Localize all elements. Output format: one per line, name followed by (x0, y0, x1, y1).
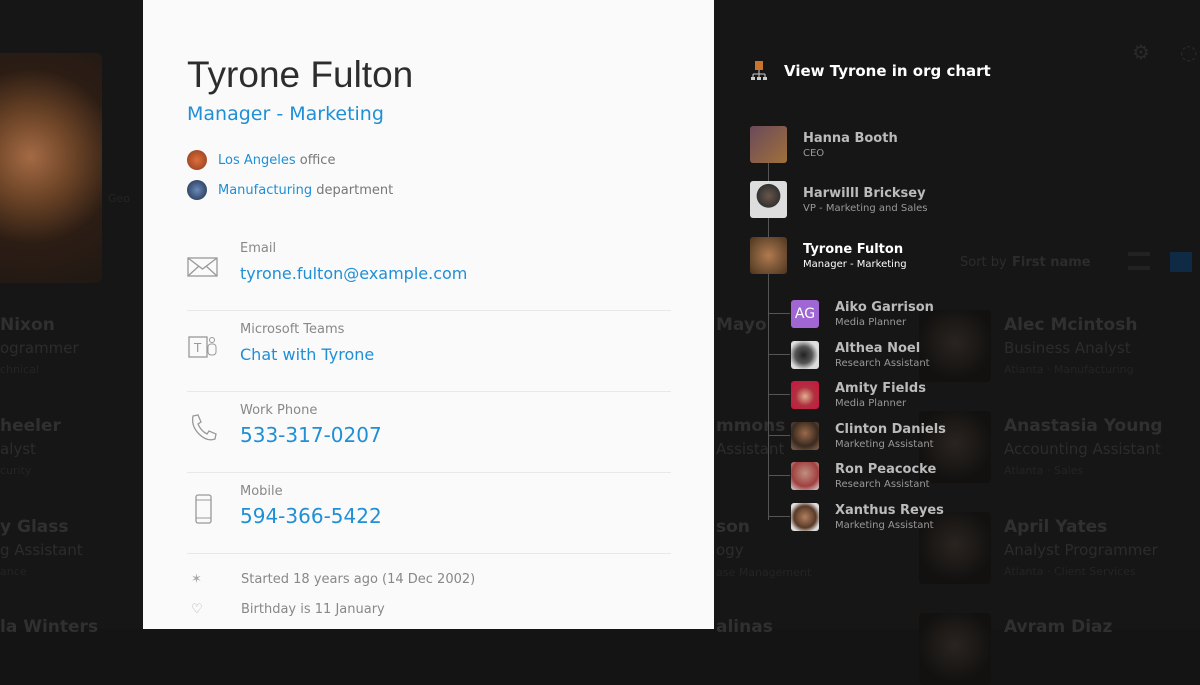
profile-role: Manager - Marketing (187, 103, 384, 125)
svg-text:T: T (193, 341, 202, 355)
balloons-icon: ♡ (191, 602, 203, 617)
avatar (791, 341, 819, 369)
profile-photo (0, 53, 102, 283)
department-link[interactable]: Manufacturing (218, 183, 312, 198)
bg-card-sub: ance (0, 565, 27, 578)
mobile-icon (195, 494, 212, 524)
org-connector (768, 516, 790, 517)
org-node-althea-noel[interactable]: Althea Noel Research Assistant (791, 341, 930, 369)
bg-card-name: heeler (0, 416, 61, 436)
work-phone-section: Work Phone 533-317-0207 (187, 392, 671, 473)
email-section: Email tyrone.fulton@example.com (187, 230, 671, 311)
org-node-name: Ron Peacocke (835, 462, 937, 477)
org-node-name: Hanna Booth (803, 130, 898, 146)
profile-name: Tyrone Fulton (187, 54, 414, 95)
org-node-name: Xanthus Reyes (835, 503, 944, 518)
bg-card-sub: chnical (0, 363, 39, 376)
bg-card-sub: curity (0, 464, 32, 477)
party-popper-icon: ✶ (191, 572, 202, 587)
org-node-title: Media Planner (835, 317, 907, 328)
org-node-name: Amity Fields (835, 381, 926, 396)
office-icon (187, 150, 207, 170)
org-chart-panel: View Tyrone in org chart Hanna Booth CEO … (714, 0, 1200, 629)
org-node-title: Research Assistant (835, 358, 930, 369)
org-node-title: VP - Marketing and Sales (803, 202, 928, 214)
bg-card-name: y Glass (0, 517, 69, 537)
org-node-name: Harwilll Bricksey (803, 185, 926, 201)
department-row: Manufacturing department (187, 180, 393, 200)
email-link[interactable]: tyrone.fulton@example.com (240, 264, 467, 283)
org-node-amity-fields[interactable]: Amity Fields Media Planner (791, 381, 926, 409)
avatar (791, 422, 819, 450)
org-node-tyrone-fulton[interactable]: Tyrone Fulton Manager - Marketing (750, 237, 907, 274)
teams-chat-link[interactable]: Chat with Tyrone (240, 345, 374, 364)
org-node-title: Media Planner (835, 398, 907, 409)
office-suffix: office (299, 152, 336, 168)
phone-icon (191, 414, 217, 441)
avatar (791, 503, 819, 531)
bg-text: Geo (108, 192, 131, 205)
org-connector (768, 435, 790, 436)
profile-panel: Tyrone Fulton Manager - Marketing Los An… (143, 0, 714, 629)
start-date-row: ✶ Started 18 years ago (14 Dec 2002) (191, 572, 475, 587)
org-connector (768, 394, 790, 395)
org-connector (768, 475, 790, 476)
org-node-title: Research Assistant (835, 479, 930, 490)
teams-section: T Microsoft Teams Chat with Tyrone (187, 311, 671, 392)
work-phone-label: Work Phone (240, 403, 318, 418)
org-node-title: Marketing Assistant (835, 520, 934, 531)
avatar-initials: AG (791, 300, 819, 328)
department-suffix: department (316, 182, 394, 198)
avatar (750, 181, 787, 218)
org-node-title: CEO (803, 147, 825, 159)
org-chart-title: View Tyrone in org chart (784, 62, 991, 80)
work-phone-link[interactable]: 533-317-0207 (240, 423, 382, 447)
bg-card-title: alyst (0, 440, 36, 458)
org-node-hanna-booth[interactable]: Hanna Booth CEO (750, 126, 898, 163)
bg-card-name: Nixon (0, 315, 55, 335)
mobile-section: Mobile 594-366-5422 (187, 473, 671, 554)
mobile-link[interactable]: 594-366-5422 (240, 504, 382, 528)
bg-card-title: ogrammer (0, 339, 79, 357)
start-date-text: Started 18 years ago (14 Dec 2002) (241, 572, 476, 587)
bg-card-title: g Assistant (0, 541, 83, 559)
email-label: Email (240, 241, 277, 256)
avatar (791, 462, 819, 490)
bg-card-name: la Winters (0, 617, 99, 637)
birthday-text: Birthday is 11 January (241, 602, 385, 617)
avatar (750, 237, 787, 274)
org-node-harwilll-bricksey[interactable]: Harwilll Bricksey VP - Marketing and Sale… (750, 181, 927, 218)
org-chart-icon (751, 61, 767, 80)
org-node-ron-peacocke[interactable]: Ron Peacocke Research Assistant (791, 462, 936, 490)
org-node-xanthus-reyes[interactable]: Xanthus Reyes Marketing Assistant (791, 503, 944, 531)
org-node-name: Tyrone Fulton (803, 241, 904, 257)
org-node-name: Aiko Garrison (835, 300, 934, 315)
org-node-clinton-daniels[interactable]: Clinton Daniels Marketing Assistant (791, 422, 946, 450)
avatar (750, 126, 787, 163)
org-node-title: Marketing Assistant (835, 439, 934, 450)
mobile-label: Mobile (240, 484, 283, 499)
teams-label: Microsoft Teams (240, 322, 345, 337)
org-connector (768, 354, 790, 355)
birthday-row: ♡ Birthday is 11 January (191, 602, 385, 617)
department-icon (187, 180, 207, 200)
org-node-name: Althea Noel (835, 341, 921, 356)
org-node-title: Manager - Marketing (803, 258, 907, 270)
org-connector (768, 313, 790, 314)
office-link[interactable]: Los Angeles (218, 153, 296, 168)
avatar (791, 381, 819, 409)
org-node-name: Clinton Daniels (835, 422, 946, 437)
envelope-icon (187, 257, 218, 277)
office-row: Los Angeles office (187, 150, 335, 170)
view-org-chart-link[interactable]: View Tyrone in org chart (750, 60, 991, 82)
org-node-aiko-garrison[interactable]: AG Aiko Garrison Media Planner (791, 300, 934, 328)
teams-icon: T (188, 336, 217, 358)
